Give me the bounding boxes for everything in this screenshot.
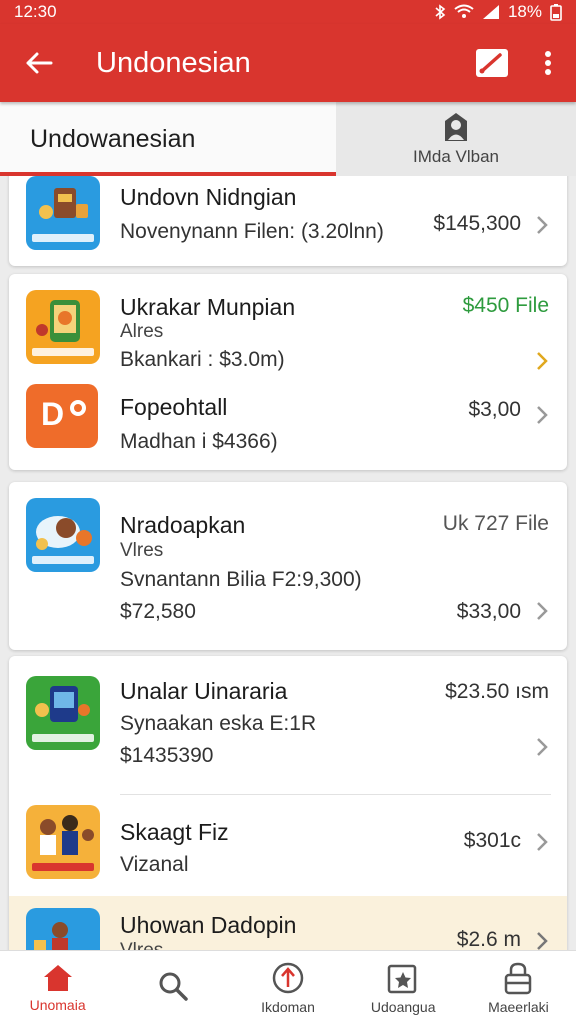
battery-percent: 18%	[507, 2, 542, 21]
app-detail: Synaakan eska E:1R	[120, 712, 317, 735]
tab-label: Undowanesian	[30, 124, 196, 153]
page-title: Undonesian	[96, 46, 251, 79]
app-price: $301c	[463, 829, 521, 852]
list-item[interactable]: Uhowan Dadopin Vlres $2.6 m	[9, 896, 567, 950]
app-detail: Svnantann Bilia F2:9,300)	[120, 568, 362, 591]
list-card: Undovn Nidngian Novenynann Filen: (3.20l…	[9, 176, 567, 266]
wifi-icon	[454, 4, 474, 18]
app-icon	[26, 498, 100, 572]
app-list: Undovn Nidngian Novenynann Filen: (3.20l…	[0, 176, 576, 950]
list-item[interactable]: Skaagt Fiz Vizanal $301c	[9, 795, 567, 895]
chevron-right-icon	[537, 932, 548, 950]
tab-imda-vlban[interactable]: IMda Vlban	[336, 102, 576, 176]
list-item[interactable]: Ukrakar Munpian Alres Bkankari : $3.0m) …	[9, 274, 567, 378]
app-subtitle: Vlres	[120, 940, 163, 950]
person-icon	[445, 113, 467, 141]
app-icon	[26, 805, 100, 879]
app-icon	[26, 176, 100, 250]
app-price-secondary: $33,00	[456, 600, 521, 623]
list-item[interactable]: D Fopeohtall Madhan i $4366) $3,00	[9, 378, 567, 470]
app-detail: Novenynann Filen: (3.20lnn)	[120, 220, 384, 243]
app-detail: Vizanal	[120, 853, 189, 876]
app-subtitle: Alres	[120, 321, 164, 342]
tab-bar: Undowanesian IMda Vlban	[0, 102, 576, 176]
chevron-right-icon	[537, 833, 548, 851]
star-box-icon	[387, 964, 417, 993]
home-icon	[43, 964, 72, 991]
app-icon	[26, 290, 100, 364]
compass-icon	[272, 962, 304, 993]
nav-search[interactable]	[115, 951, 230, 1024]
app-name: Unalar Uinararia	[120, 678, 288, 704]
tab-label: IMda Vlban	[413, 147, 499, 166]
nav-label: Udoangua	[370, 998, 436, 1015]
list-card: Nradoapkan Vlres Svnantann Bilia F2:9,30…	[9, 482, 567, 650]
nav-home[interactable]: Unomaia	[0, 951, 115, 1024]
chevron-right-icon	[537, 738, 548, 756]
battery-icon	[550, 4, 562, 21]
nav-label: Ikdoman	[261, 998, 315, 1015]
list-item[interactable]: Undovn Nidngian Novenynann Filen: (3.20l…	[9, 176, 567, 266]
app-detail: Madhan i $4366)	[120, 430, 278, 453]
bottom-navigation: Unomaia Ikdoman Udoangua Maeerlaki	[0, 950, 576, 1024]
app-icon	[26, 676, 100, 750]
nav-ikdoman[interactable]: Ikdoman	[230, 951, 345, 1024]
list-item[interactable]: Nradoapkan Vlres Svnantann Bilia F2:9,30…	[9, 482, 567, 650]
chevron-right-icon	[537, 216, 548, 234]
app-name: Undovn Nidngian	[120, 184, 297, 210]
back-button[interactable]	[0, 24, 78, 102]
nav-udoangua[interactable]: Udoangua	[346, 951, 461, 1024]
chevron-right-icon	[537, 406, 548, 424]
app-price: $3,00	[468, 398, 521, 421]
status-bar: 12:30 18%	[0, 0, 576, 24]
more-options-button[interactable]	[520, 24, 576, 102]
app-bar: Undonesian	[0, 24, 576, 102]
app-price: $2.6 m	[456, 928, 521, 950]
chevron-right-icon	[537, 352, 548, 370]
app-subtitle: Vlres	[120, 540, 164, 561]
search-icon	[159, 972, 188, 1001]
app-price: $450 File	[462, 294, 549, 317]
app-name: Uhowan Dadopin	[120, 912, 297, 938]
app-name: Nradoapkan	[120, 512, 246, 538]
back-arrow-icon	[26, 52, 53, 74]
app-name: Fopeohtall	[120, 394, 228, 420]
app-price: $145,300	[433, 212, 521, 235]
signal-icon	[482, 5, 499, 19]
edit-icon	[476, 49, 508, 77]
bluetooth-icon	[435, 4, 446, 20]
app-detail: Bkankari : $3.0m)	[120, 348, 285, 371]
app-price-secondary: $72,580	[120, 600, 196, 623]
list-item[interactable]: Unalar Uinararia Synaakan eska E:1R $143…	[9, 656, 567, 794]
app-price: Uk 727 File	[442, 512, 549, 535]
app-name: Ukrakar Munpian	[120, 294, 296, 320]
chevron-right-icon	[537, 602, 548, 620]
list-card: Unalar Uinararia Synaakan eska E:1R $143…	[9, 656, 567, 950]
app-icon	[26, 908, 100, 950]
edit-button[interactable]	[464, 24, 520, 102]
status-time: 12:30	[14, 2, 57, 21]
app-name: Skaagt Fiz	[120, 819, 229, 845]
nav-maeerlaki[interactable]: Maeerlaki	[461, 951, 576, 1024]
list-card: Ukrakar Munpian Alres Bkankari : $3.0m) …	[9, 274, 567, 470]
lock-icon	[505, 962, 532, 994]
app-price: $23.50 ısm	[445, 680, 549, 703]
nav-label: Unomaia	[29, 996, 86, 1013]
more-vert-icon	[545, 51, 551, 75]
nav-label: Maeerlaki	[488, 998, 549, 1015]
app-icon: D	[26, 384, 98, 448]
app-price-secondary: $1435390	[120, 744, 214, 767]
tab-undowanesian[interactable]: Undowanesian	[0, 102, 336, 176]
app-icon-letter: D	[41, 396, 65, 432]
